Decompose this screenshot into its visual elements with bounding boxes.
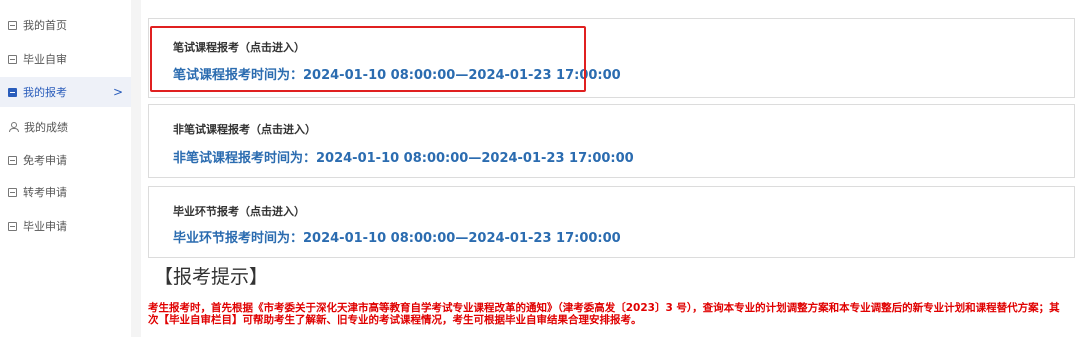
chevron-right-icon: > [112,85,123,99]
tips-heading: 【报考提示】 [154,266,269,288]
sidebar-item-label: 转考申请 [23,186,67,199]
sidebar-item-label: 我的首页 [23,19,67,32]
sidebar-item-label: 免考申请 [23,154,67,167]
sidebar-item-graduation-review[interactable]: 毕业自审 [0,44,131,74]
sidebar-item-label: 我的成绩 [24,121,68,134]
card-time: 毕业环节报考时间为：2024-01-10 08:00:00—2024-01-23… [173,231,621,246]
tips-text: 考生报考时，首先根据《市考委关于深化天津市高等教育自学考试专业课程改革的通知》（… [148,302,1060,326]
id-card-icon [8,54,17,64]
sidebar-item-my-registration[interactable]: 我的报考 > [0,77,131,107]
highlight-box [150,26,586,92]
card-title[interactable]: 非笔试课程报考（点击进入） [173,121,316,137]
grid-icon [8,221,17,231]
user-icon [8,122,19,132]
non-written-course-card[interactable]: 非笔试课程报考（点击进入） 非笔试课程报考时间为：2024-01-10 08:0… [148,104,1075,178]
sidebar-item-transfer[interactable]: 转考申请 [0,177,131,207]
sidebar-item-exemption[interactable]: 免考申请 [0,145,131,175]
id-card-icon [8,20,17,30]
sidebar-divider [131,0,141,337]
card-title[interactable]: 毕业环节报考（点击进入） [173,203,305,219]
card-time: 非笔试课程报考时间为：2024-01-10 08:00:00—2024-01-2… [173,151,634,166]
sidebar-item-my-scores[interactable]: 我的成绩 [0,112,131,142]
sidebar-item-label: 我的报考 [23,86,67,99]
graduation-stage-card[interactable]: 毕业环节报考（点击进入） 毕业环节报考时间为：2024-01-10 08:00:… [148,186,1075,258]
grid-icon [8,187,17,197]
sidebar: 我的首页 毕业自审 我的报考 > 我的成绩 免考申请 转考申请 毕业申请 [0,0,131,337]
sidebar-item-graduation-apply[interactable]: 毕业申请 [0,211,131,241]
sidebar-item-label: 毕业自审 [23,53,67,66]
doc-icon [8,155,17,165]
sidebar-item-home[interactable]: 我的首页 [0,10,131,40]
sidebar-item-label: 毕业申请 [23,220,67,233]
id-card-icon [8,87,17,97]
